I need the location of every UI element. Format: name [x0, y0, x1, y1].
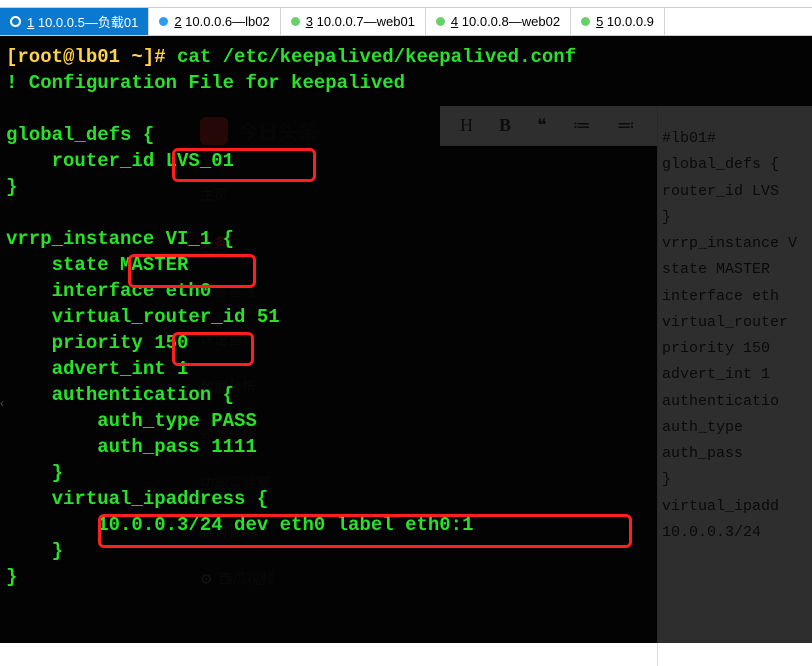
terminal-output[interactable]: [root@lb01 ~]# cat /etc/keepalived/keepa…	[6, 44, 642, 590]
scrollbar-caret-icon: ‹	[0, 396, 8, 426]
status-icon	[436, 17, 445, 26]
address-bar-fragment	[0, 0, 812, 8]
status-icon	[581, 17, 590, 26]
tab-label: 4 10.0.0.8—web02	[451, 14, 560, 29]
status-icon	[291, 17, 300, 26]
tab-5[interactable]: 5 10.0.0.9	[571, 8, 665, 35]
highlight-vip	[98, 514, 632, 548]
tab-label: 1 10.0.0.5—负载01	[27, 12, 138, 31]
tab-4[interactable]: 4 10.0.0.8—web02	[426, 8, 571, 35]
tab-label: 5 10.0.0.9	[596, 14, 654, 29]
tab-2[interactable]: 2 10.0.0.6—lb02	[149, 8, 280, 35]
tab-3[interactable]: 3 10.0.0.7—web01	[281, 8, 426, 35]
status-icon	[159, 17, 168, 26]
highlight-priority	[172, 332, 254, 366]
ghost-right-panel: #lb01# global_defs { router_id LVS } vrr…	[657, 106, 812, 666]
status-icon	[10, 16, 21, 27]
highlight-state	[128, 254, 256, 288]
main-area: 今日头条 主页 头条 内容管理 评论管理 数据分析 粉丝分析 功能实验室 素材管…	[0, 36, 812, 643]
tab-label: 3 10.0.0.7—web01	[306, 14, 415, 29]
highlight-router-id	[172, 148, 316, 182]
browser-tab-strip: 1 10.0.0.5—负载01 2 10.0.0.6—lb02 3 10.0.0…	[0, 8, 812, 36]
tab-label: 2 10.0.0.6—lb02	[174, 14, 269, 29]
tab-1[interactable]: 1 10.0.0.5—负载01	[0, 8, 149, 35]
